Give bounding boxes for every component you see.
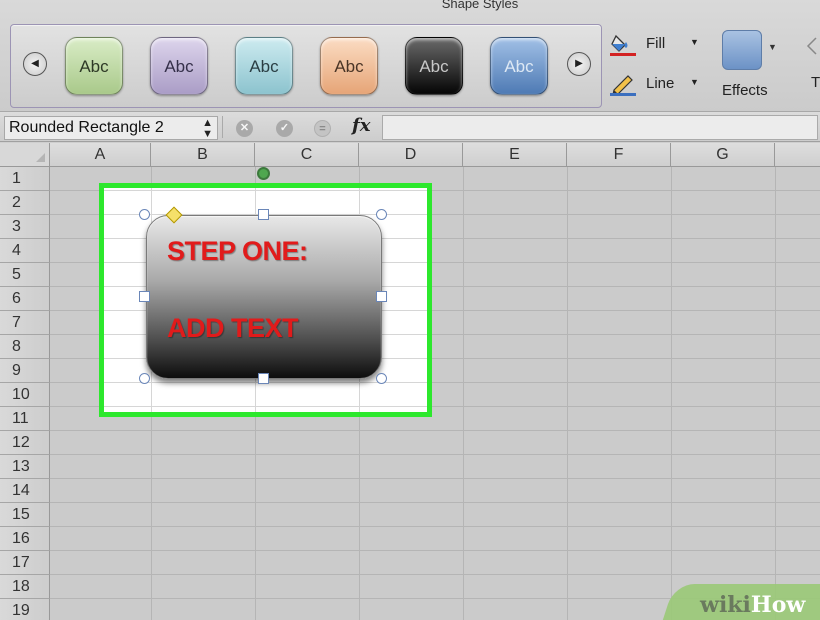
grid-line	[775, 167, 776, 620]
resize-handle-bottom-right[interactable]	[376, 373, 387, 384]
formula-input[interactable]	[382, 115, 818, 140]
grid-line	[50, 574, 820, 575]
ribbon: Shape Styles ◀ Abc Abc Abc Abc Abc Abc ▶…	[0, 0, 820, 112]
equals-icon[interactable]: =	[314, 120, 331, 137]
row-header-15[interactable]: 15	[0, 503, 50, 527]
shape-effects-button[interactable]	[722, 30, 762, 70]
fill-dropdown-caret-icon: ▼	[690, 37, 699, 47]
fill-label: Fill	[646, 35, 666, 52]
resize-handle-right[interactable]	[376, 291, 387, 302]
column-header-g[interactable]: G	[671, 143, 775, 167]
grid-line	[567, 167, 568, 620]
grid-line	[50, 454, 820, 455]
shape-styles-gallery: ◀ Abc Abc Abc Abc Abc Abc ▶	[10, 24, 602, 108]
gallery-prev-button[interactable]: ◀	[23, 52, 47, 76]
rotate-handle[interactable]	[257, 167, 270, 180]
name-box-stepper-icon[interactable]: ▲ ▼	[202, 118, 213, 140]
grid-line	[463, 167, 464, 620]
grid-line	[50, 550, 820, 551]
effects-dropdown-caret-icon: ▼	[768, 42, 777, 52]
grid-line	[50, 502, 820, 503]
column-header-c[interactable]: C	[255, 143, 359, 167]
text-label: T	[811, 74, 820, 91]
resize-handle-top-left[interactable]	[139, 209, 150, 220]
effects-label: Effects	[722, 82, 768, 99]
grid-line	[50, 526, 820, 527]
grid-line	[104, 406, 427, 407]
column-header-e[interactable]: E	[463, 143, 567, 167]
line-label: Line	[646, 75, 675, 92]
row-header-13[interactable]: 13	[0, 455, 50, 479]
rounded-rectangle-shape[interactable]: STEP ONE: ADD TEXT	[146, 215, 382, 379]
watermark-part-2: How	[750, 592, 806, 618]
line-dropdown-caret-icon: ▼	[690, 77, 699, 87]
grid-line	[671, 167, 672, 620]
grid-line	[50, 430, 820, 431]
row-header-18[interactable]: 18	[0, 575, 50, 599]
row-header-8[interactable]: 8	[0, 335, 50, 359]
formula-bar-divider	[222, 116, 223, 138]
row-header-9[interactable]: 9	[0, 359, 50, 383]
row-header-16[interactable]: 16	[0, 527, 50, 551]
formula-bar: Rounded Rectangle 2 ▲ ▼ ✕ ✓ = fx	[0, 112, 820, 142]
resize-handle-bottom-left[interactable]	[139, 373, 150, 384]
shape-text-line-2: ADD TEXT	[167, 313, 299, 343]
row-header-11[interactable]: 11	[0, 407, 50, 431]
row-header-7[interactable]: 7	[0, 311, 50, 335]
row-header-10[interactable]: 10	[0, 383, 50, 407]
row-header-14[interactable]: 14	[0, 479, 50, 503]
column-header-d[interactable]: D	[359, 143, 463, 167]
text-style-icon[interactable]	[806, 36, 820, 56]
select-all-corner[interactable]	[0, 143, 50, 167]
shape-style-swatch-teal[interactable]: Abc	[235, 37, 293, 95]
row-header-4[interactable]: 4	[0, 239, 50, 263]
pencil-icon	[610, 75, 636, 96]
row-header-1[interactable]: 1	[0, 167, 50, 191]
insert-function-button[interactable]: fx	[352, 115, 370, 136]
paint-bucket-icon	[610, 34, 636, 56]
shape-style-swatch-black[interactable]: Abc	[405, 37, 463, 95]
row-header-19[interactable]: 19	[0, 599, 50, 620]
column-header-a[interactable]: A	[50, 143, 151, 167]
name-box-value: Rounded Rectangle 2	[9, 119, 164, 136]
resize-handle-top[interactable]	[258, 209, 269, 220]
name-box[interactable]: Rounded Rectangle 2 ▲ ▼	[4, 116, 218, 140]
shape-style-swatch-blue[interactable]: Abc	[490, 37, 548, 95]
resize-handle-top-right[interactable]	[376, 209, 387, 220]
cancel-edit-icon[interactable]: ✕	[236, 120, 253, 137]
shape-fill-button[interactable]: Fill ▼	[610, 32, 702, 58]
row-header-3[interactable]: 3	[0, 215, 50, 239]
column-header-f[interactable]: F	[567, 143, 671, 167]
resize-handle-left[interactable]	[139, 291, 150, 302]
column-header-h[interactable]	[775, 143, 820, 167]
row-header-6[interactable]: 6	[0, 287, 50, 311]
grid-line	[50, 478, 820, 479]
column-header-b[interactable]: B	[151, 143, 255, 167]
shape-style-swatch-orange[interactable]: Abc	[320, 37, 378, 95]
shape-style-swatch-green[interactable]: Abc	[65, 37, 123, 95]
row-header-5[interactable]: 5	[0, 263, 50, 287]
row-header-2[interactable]: 2	[0, 191, 50, 215]
spreadsheet-grid[interactable]: A B C D E F G 1 2 3 4 5 6 7 8 9 10 11 12…	[0, 143, 820, 620]
confirm-edit-icon[interactable]: ✓	[276, 120, 293, 137]
resize-handle-bottom[interactable]	[258, 373, 269, 384]
wikihow-watermark: wikiHow	[700, 592, 805, 618]
grid-line	[104, 190, 427, 191]
row-header-12[interactable]: 12	[0, 431, 50, 455]
gallery-next-button[interactable]: ▶	[567, 52, 591, 76]
shape-styles-group-title: Shape Styles	[441, 0, 519, 11]
shape-text-line-1: STEP ONE:	[167, 236, 308, 266]
shape-style-swatch-purple[interactable]: Abc	[150, 37, 208, 95]
watermark-part-1: wiki	[700, 592, 751, 618]
shape-line-button[interactable]: Line ▼	[610, 72, 702, 100]
row-header-17[interactable]: 17	[0, 551, 50, 575]
